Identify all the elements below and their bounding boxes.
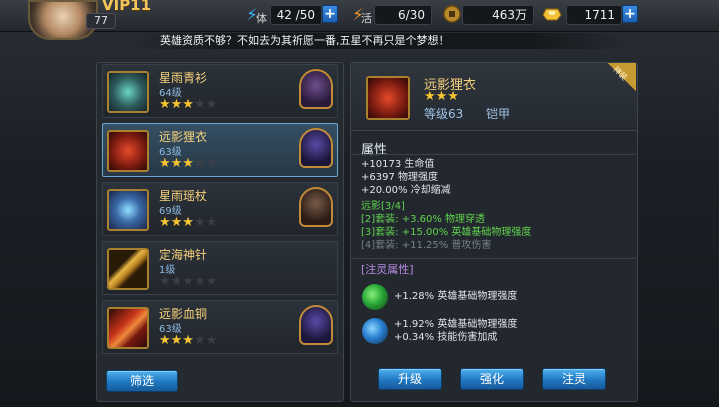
- green-spirit-orb-icon: [362, 284, 388, 310]
- vip-label: VIP11: [102, 0, 152, 14]
- filter-button[interactable]: 筛选: [106, 370, 178, 392]
- equipped-hero-portrait[interactable]: [299, 69, 333, 109]
- equipped-hero-portrait[interactable]: [299, 187, 333, 227]
- set-bonus-line: [3]套装: +15.00% 英雄基础物理强度: [361, 227, 532, 238]
- diamond-value: 1711: [566, 5, 622, 25]
- add-stamina-button[interactable]: +: [322, 5, 338, 23]
- equipped-hero-portrait[interactable]: [299, 305, 333, 345]
- item-stars: ★★★★★: [159, 274, 218, 289]
- gold-value: 463万: [462, 5, 534, 25]
- bronze-weapon-icon: [107, 307, 149, 349]
- armor-icon: [107, 130, 149, 172]
- stamina-value: 42 /50: [270, 5, 322, 25]
- stat-line: +6397 物理强度: [361, 172, 439, 183]
- armor-icon: [366, 76, 410, 120]
- set-bonus-line-inactive: [4]套装: +11.25% 普攻伤害: [361, 240, 492, 251]
- stamina-label: 体: [256, 12, 267, 25]
- set-title: 远影[3/4]: [361, 201, 405, 212]
- gold-coin-icon: [440, 2, 464, 26]
- item-stars: ★★★★★: [159, 215, 218, 230]
- stat-line: +20.00% 冷却缩减: [361, 185, 451, 196]
- item-stars: ★★★★★: [159, 333, 218, 348]
- detail-type: 铠甲: [486, 107, 511, 121]
- infuse-title: [注灵属性]: [361, 263, 414, 276]
- add-diamonds-button[interactable]: +: [622, 5, 638, 23]
- golden-cudgel-icon: [107, 248, 149, 290]
- equipment-list-item[interactable]: 定海神针 1级 ★★★★★: [102, 241, 338, 295]
- vitality-label: 活: [361, 12, 372, 25]
- player-level: 77: [86, 13, 116, 29]
- staff-icon: [107, 189, 149, 231]
- attributes-title: 属性: [361, 143, 388, 158]
- infuse-button[interactable]: 注灵: [542, 368, 606, 390]
- blue-spirit-orb-icon: [362, 318, 388, 344]
- vitality-value: 6/30: [374, 5, 432, 25]
- item-stars: ★★★★★: [159, 97, 218, 112]
- gold-ingot-icon: [540, 2, 564, 26]
- divider: [352, 154, 636, 155]
- item-stars: ★★★★★: [159, 156, 218, 171]
- infuse-line: +1.28% 英雄基础物理强度: [394, 291, 518, 302]
- robe-icon: [107, 71, 149, 113]
- detail-stars: ★★★: [424, 89, 459, 104]
- equipment-list-item-selected[interactable]: 远影狸衣 63级 ★★★★★: [102, 123, 338, 177]
- detail-level: 等级63: [424, 107, 464, 121]
- upgrade-button[interactable]: 升级: [378, 368, 442, 390]
- equipment-list-item[interactable]: 星雨青衫 64级 ★★★★★: [102, 64, 338, 118]
- stat-line: +10173 生命值: [361, 159, 435, 170]
- equipped-hero-portrait[interactable]: [299, 128, 333, 168]
- equipment-list-item[interactable]: 星雨瑶杖 69级 ★★★★★: [102, 182, 338, 236]
- set-bonus-line: [2]套装: +3.60% 物理穿透: [361, 214, 486, 225]
- equipment-list-item[interactable]: 远影血铜 63级 ★★★★★: [102, 300, 338, 354]
- infuse-line: +0.34% 技能伤害加成: [394, 332, 498, 343]
- announcement-text: 英雄资质不够？不如去为其祈愿一番,五星不再只是个梦想！: [160, 34, 450, 47]
- enhance-button[interactable]: 强化: [460, 368, 524, 390]
- infuse-line: +1.92% 英雄基础物理强度: [394, 319, 518, 330]
- divider: [352, 258, 636, 259]
